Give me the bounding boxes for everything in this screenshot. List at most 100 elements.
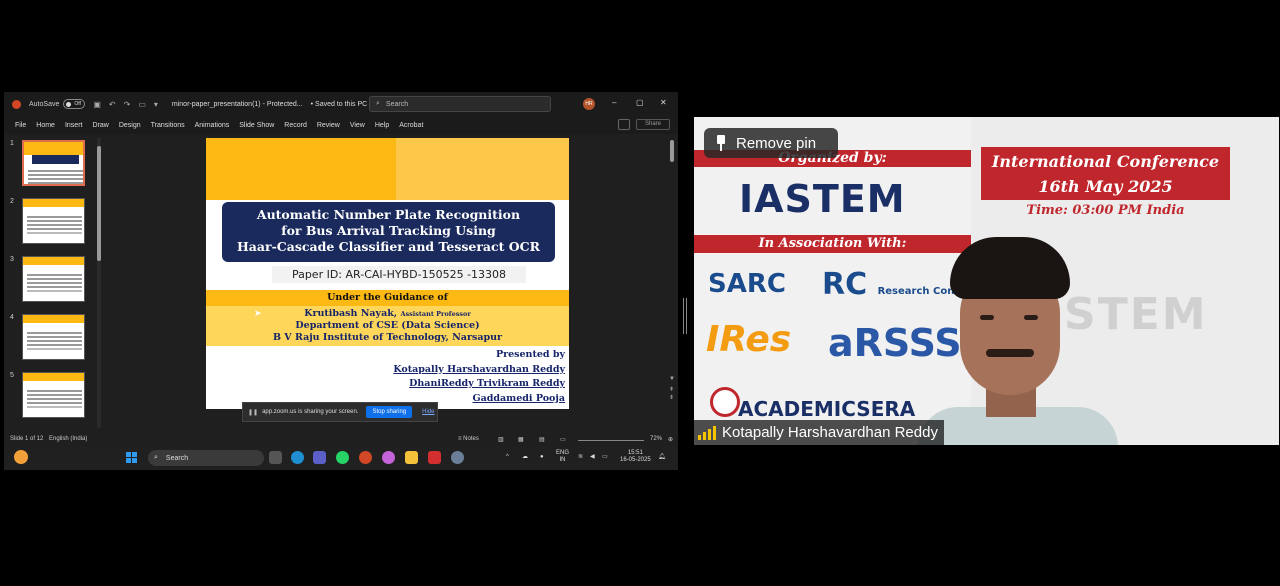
onedrive-icon[interactable]: ☁ (522, 454, 528, 461)
microphone-icon[interactable]: ● (540, 454, 544, 461)
search-input[interactable]: ⌕ Search (369, 96, 551, 112)
minimize-icon[interactable]: – (612, 98, 616, 107)
reading-view-icon[interactable]: ▤ (539, 436, 545, 443)
comments-icon[interactable] (618, 119, 630, 130)
maximize-icon[interactable]: ▢ (636, 98, 644, 107)
tab-animations[interactable]: Animations (195, 122, 230, 129)
scroll-down-icon[interactable]: ▼ (669, 376, 675, 382)
volume-icon[interactable]: ◀ (590, 454, 595, 461)
tab-draw[interactable]: Draw (92, 122, 108, 129)
avatar[interactable]: HR (583, 98, 595, 110)
tab-help[interactable]: Help (375, 122, 389, 129)
slide-thumbnail-4[interactable]: 4 (4, 314, 94, 364)
split-view-handle[interactable] (683, 298, 687, 334)
language-status[interactable]: English (India) (49, 436, 87, 442)
slideshow-icon[interactable]: ▭ (560, 436, 566, 443)
tab-transitions[interactable]: Transitions (151, 122, 185, 129)
slide-title: Automatic Number Plate Recognition for B… (222, 202, 555, 262)
slide-title-line-1: Automatic Number Plate Recognition (256, 207, 521, 222)
current-slide[interactable]: Automatic Number Plate Recognition for B… (206, 138, 569, 409)
tray-overflow-icon[interactable]: ^ (506, 454, 509, 461)
shared-screen: AutoSave Off ▣ ↶ ↷ ▭ ▾ minor-paper_prese… (4, 92, 678, 470)
clock[interactable]: 15:51 16-05-2025 (620, 450, 651, 464)
remove-pin-button[interactable]: Remove pin (704, 128, 838, 158)
acrobat-icon[interactable] (428, 451, 441, 464)
tab-home[interactable]: Home (36, 122, 55, 129)
notes-button[interactable]: ≡ Notes (458, 436, 479, 442)
autosave-label: AutoSave (29, 100, 60, 108)
ribbon-tabs: File Home Insert Draw Design Transitions… (4, 116, 678, 134)
slide-thumbnail-2[interactable]: 2 (4, 198, 94, 248)
wifi-icon[interactable]: ≋ (578, 454, 583, 461)
share-button[interactable]: Share (636, 119, 670, 130)
conference-banner: International Conference 16th May 2025 (981, 147, 1230, 200)
slide-thumbnail-3[interactable]: 3 (4, 256, 94, 306)
connection-signal-icon (698, 425, 716, 440)
slide-title-line-2: for Bus Arrival Tracking Using (281, 223, 496, 238)
settings-icon[interactable] (451, 451, 464, 464)
stop-sharing-button[interactable]: Stop sharing (366, 406, 413, 418)
guidance-heading: Under the Guidance of (206, 290, 569, 306)
previous-slide-icon[interactable]: ⇞ (669, 386, 674, 393)
language-indicator[interactable]: ENG IN (556, 450, 569, 464)
start-icon[interactable] (126, 452, 138, 464)
autosave-toggle[interactable]: Off (63, 99, 86, 109)
weather-icon[interactable] (14, 450, 28, 464)
tab-file[interactable]: File (15, 122, 26, 129)
battery-icon[interactable]: ▭ (602, 454, 608, 461)
notifications-icon[interactable]: 🔔︎ (658, 454, 666, 461)
zoom-slider[interactable] (578, 440, 644, 441)
slide-scrollbar[interactable]: ▼ ⇞ ⇟ (668, 134, 676, 434)
tab-design[interactable]: Design (119, 122, 141, 129)
academicsera-logo: ACADEMICSERA (738, 397, 916, 421)
slide-thumbnail-5[interactable]: 5 (4, 372, 94, 422)
hide-banner-link[interactable]: Hide (422, 409, 434, 415)
remove-pin-label: Remove pin (736, 134, 817, 152)
powerpoint-taskbar-icon[interactable] (359, 451, 372, 464)
tab-slide-show[interactable]: Slide Show (239, 122, 274, 129)
powerpoint-titlebar: AutoSave Off ▣ ↶ ↷ ▭ ▾ minor-paper_prese… (4, 92, 678, 116)
normal-view-icon[interactable]: ▥ (498, 436, 504, 443)
close-icon[interactable]: ✕ (660, 98, 667, 107)
slide-thumbnail-1[interactable]: 1 (4, 140, 94, 190)
presenter-2: DhaniReddy Trivikram Reddy (409, 378, 565, 389)
copilot-icon[interactable] (382, 451, 395, 464)
tab-review[interactable]: Review (317, 122, 340, 129)
slide-thumbnail-pane: 1 2 3 4 5 (4, 134, 102, 434)
customize-toolbar-icon[interactable]: ▾ (154, 100, 158, 109)
fit-slide-icon[interactable]: ⊕ (668, 436, 673, 443)
paper-id: Paper ID: AR-CAI-HYBD-150525 -13308 (272, 266, 526, 283)
present-icon[interactable]: ▭ (138, 100, 146, 109)
save-status: • Saved to this PC (310, 100, 368, 108)
task-view-icon[interactable] (269, 451, 282, 464)
taskbar-search-input[interactable]: ⌕ Search (148, 450, 264, 466)
slide-header-block-left (206, 138, 396, 200)
taskbar-search-placeholder: Search (165, 454, 189, 462)
tab-view[interactable]: View (350, 122, 365, 129)
file-explorer-icon[interactable] (405, 451, 418, 464)
whatsapp-icon[interactable] (336, 451, 349, 464)
share-message: app.zoom.us is sharing your screen. (262, 409, 359, 415)
save-icon[interactable]: ▣ (93, 100, 101, 109)
undo-icon[interactable]: ↶ (109, 100, 116, 109)
edge-icon[interactable] (291, 451, 304, 464)
redo-icon[interactable]: ↷ (124, 100, 131, 109)
participant-video[interactable]: Organized by: IASTEM In Association With… (694, 117, 1279, 445)
slide-title-line-3: Haar-Cascade Classifier and Tesseract OC… (237, 239, 540, 254)
thumbnail-image (22, 372, 85, 418)
tab-insert[interactable]: Insert (65, 122, 83, 129)
guide-name: Krutibash Nayak, (304, 308, 398, 319)
teams-icon[interactable] (313, 451, 326, 464)
iastem-logo-text: IASTEM (739, 177, 906, 221)
zoom-level[interactable]: 72% (650, 436, 662, 442)
slide-sorter-icon[interactable]: ▦ (518, 436, 524, 443)
clock-time: 15:51 (627, 450, 643, 456)
tab-record[interactable]: Record (284, 122, 307, 129)
sarc-logo: SARC (708, 269, 786, 299)
thumbnail-number: 3 (10, 256, 14, 263)
screen-share-banner: ❚❚ app.zoom.us is sharing your screen. S… (242, 402, 438, 422)
thumbnail-scrollbar[interactable] (96, 134, 102, 434)
rc-logo-mark: RC (822, 267, 868, 302)
next-slide-icon[interactable]: ⇟ (669, 394, 674, 401)
tab-acrobat[interactable]: Acrobat (399, 122, 423, 129)
